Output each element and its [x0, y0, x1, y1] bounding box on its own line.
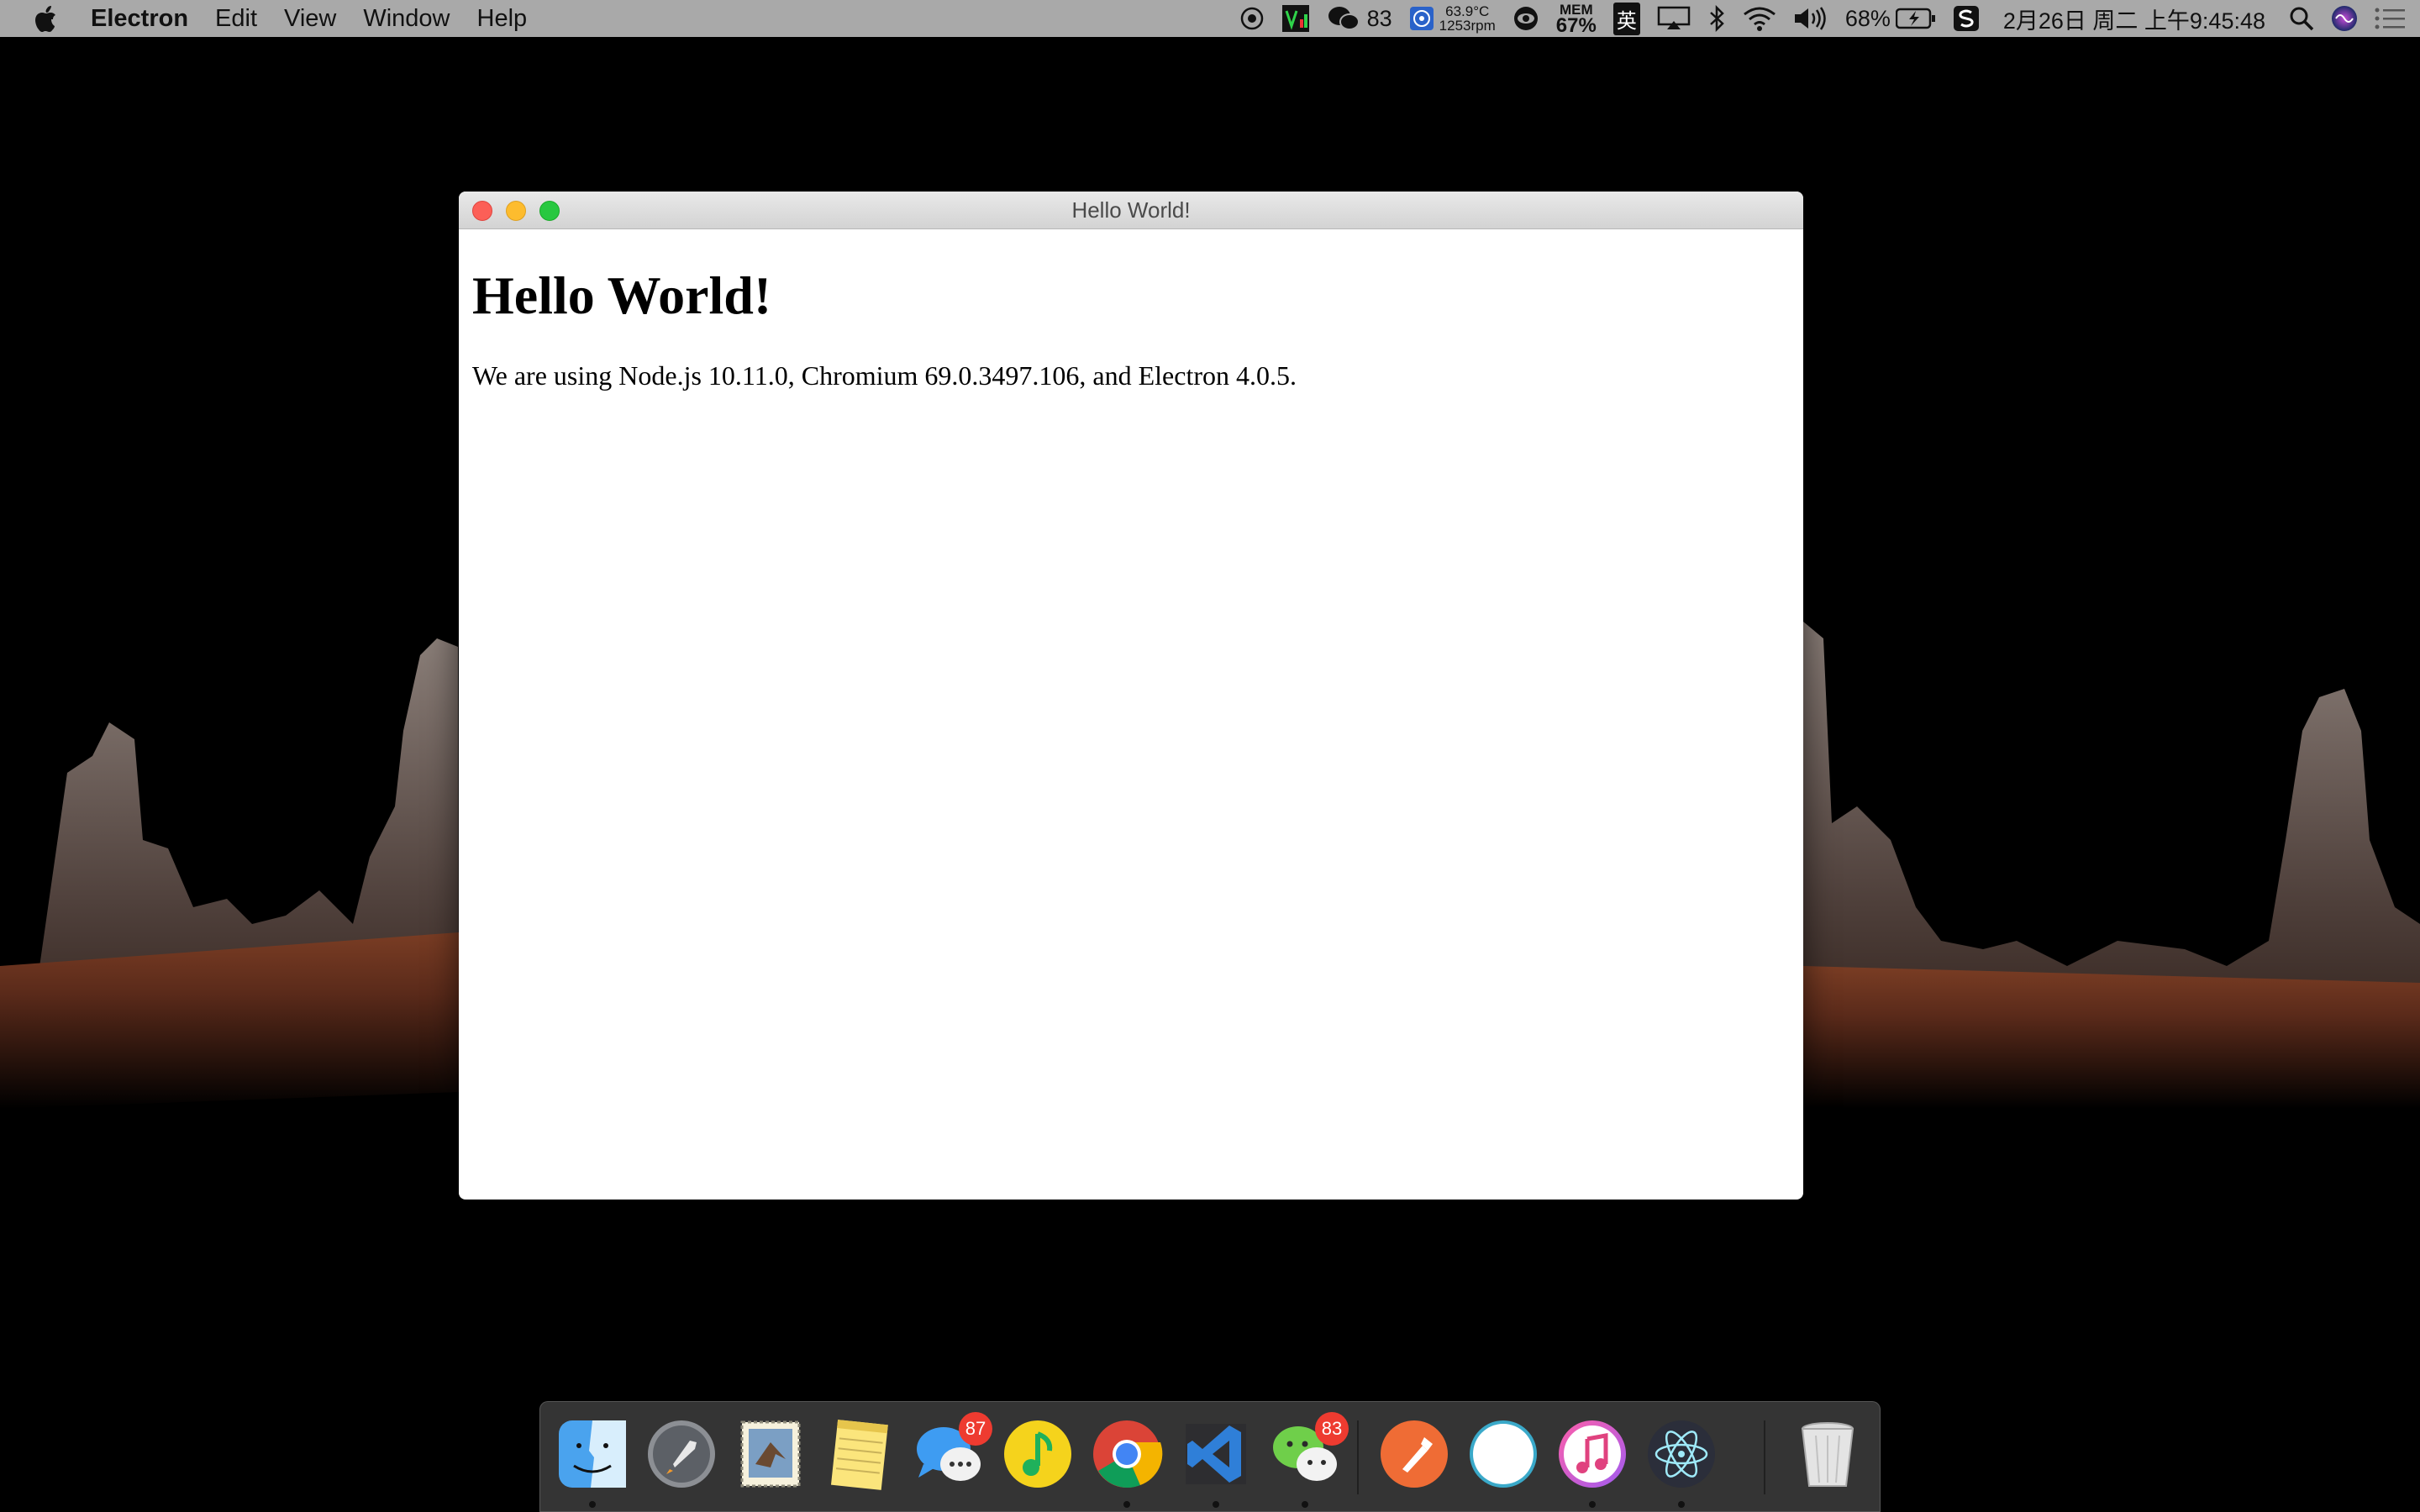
notification-center-icon[interactable] [2366, 0, 2420, 37]
electron-icon [1648, 1420, 1715, 1488]
fan-speed: 1253rpm [1439, 18, 1496, 34]
dock-item-mail[interactable] [734, 1417, 808, 1491]
mail-icon [740, 1420, 801, 1488]
dock-item-electron[interactable] [1644, 1417, 1718, 1491]
siri-icon[interactable] [2323, 0, 2366, 37]
spotlight-search-icon[interactable] [2281, 0, 2323, 37]
activity-monitor-icon[interactable] [1273, 0, 1318, 37]
vscode-icon [1186, 1424, 1246, 1484]
cpu-temperature: 63.9°C [1445, 3, 1490, 19]
dock-separator [1357, 1420, 1359, 1494]
menu-view[interactable]: View [271, 0, 350, 37]
menu-edit[interactable]: Edit [202, 0, 271, 37]
wechat-badge: 83 [1315, 1412, 1349, 1446]
fan-icon [1409, 7, 1434, 30]
dock-item-wechat[interactable]: 83 [1268, 1412, 1349, 1491]
launchpad-icon [648, 1420, 715, 1488]
wechat-count: 83 [1366, 5, 1392, 31]
postman-icon [1381, 1420, 1448, 1488]
record-icon[interactable] [1231, 0, 1273, 37]
dock: 87 83 [539, 1401, 1881, 1512]
battery-percent: 68% [1844, 5, 1891, 31]
fan-status[interactable]: 63.9°C 1253rpm [1401, 0, 1504, 37]
bluetooth-icon[interactable] [1699, 0, 1734, 37]
itunes-icon [1559, 1420, 1626, 1488]
apple-menu-icon[interactable] [0, 5, 91, 32]
dock-item-generic-app[interactable] [1466, 1417, 1540, 1491]
chrome-icon [1093, 1420, 1163, 1488]
dock-item-postman[interactable] [1377, 1417, 1451, 1491]
window-content: Hello World! We are using Node.js 10.11.… [459, 265, 1803, 391]
trash-icon [1801, 1422, 1854, 1487]
dock-item-finder[interactable] [555, 1417, 629, 1491]
menu-help[interactable]: Help [464, 0, 541, 37]
running-indicator [1302, 1501, 1308, 1508]
version-info-text: We are using Node.js 10.11.0, Chromium 6… [472, 360, 1297, 391]
messages-badge: 87 [959, 1412, 992, 1446]
dock-item-vscode[interactable] [1179, 1417, 1253, 1491]
running-indicator [1123, 1501, 1130, 1508]
input-method-label: 英 [1612, 2, 1640, 35]
dock-item-notes[interactable] [823, 1417, 897, 1491]
menu-bar: Electron Edit View Window Help 83 63.9°C… [0, 0, 2420, 37]
eye-icon[interactable] [1504, 0, 1548, 37]
finder-icon [559, 1420, 626, 1488]
dock-item-chrome[interactable] [1090, 1417, 1164, 1491]
airplay-icon[interactable] [1649, 0, 1699, 37]
notes-icon [830, 1420, 888, 1490]
memory-value: 67% [1555, 13, 1597, 37]
dock-item-trash[interactable] [1791, 1417, 1865, 1491]
window-title: Hello World! [1071, 197, 1191, 223]
menu-window[interactable]: Window [350, 0, 463, 37]
clock[interactable]: 2月26日 周二 上午9:45:48 [1988, 0, 2281, 37]
wechat-status-icon[interactable]: 83 [1318, 0, 1401, 37]
dock-item-qq-music[interactable] [1001, 1417, 1075, 1491]
page-heading: Hello World! [472, 265, 772, 325]
sogou-icon[interactable] [1944, 0, 1988, 37]
memory-status[interactable]: MEM 67% [1548, 0, 1605, 37]
battery-icon [1895, 8, 1935, 29]
menu-app-name[interactable]: Electron [91, 0, 202, 37]
window-titlebar[interactable]: Hello World! [459, 192, 1803, 229]
dock-item-messages[interactable]: 87 [912, 1412, 992, 1491]
volume-icon[interactable] [1785, 0, 1837, 37]
circle-app-icon [1470, 1420, 1537, 1488]
input-method[interactable]: 英 [1605, 0, 1649, 37]
dock-separator [1764, 1420, 1765, 1494]
dock-item-itunes[interactable] [1555, 1417, 1629, 1491]
wifi-icon[interactable] [1734, 0, 1785, 37]
app-window: Hello World! Hello World! We are using N… [459, 192, 1803, 1200]
running-indicator [1213, 1501, 1219, 1508]
dock-item-launchpad[interactable] [644, 1417, 718, 1491]
running-indicator [1678, 1501, 1685, 1508]
running-indicator [589, 1501, 596, 1508]
running-indicator [1589, 1501, 1596, 1508]
battery-status[interactable]: 68% [1837, 0, 1944, 37]
music-note-icon [1004, 1420, 1071, 1488]
